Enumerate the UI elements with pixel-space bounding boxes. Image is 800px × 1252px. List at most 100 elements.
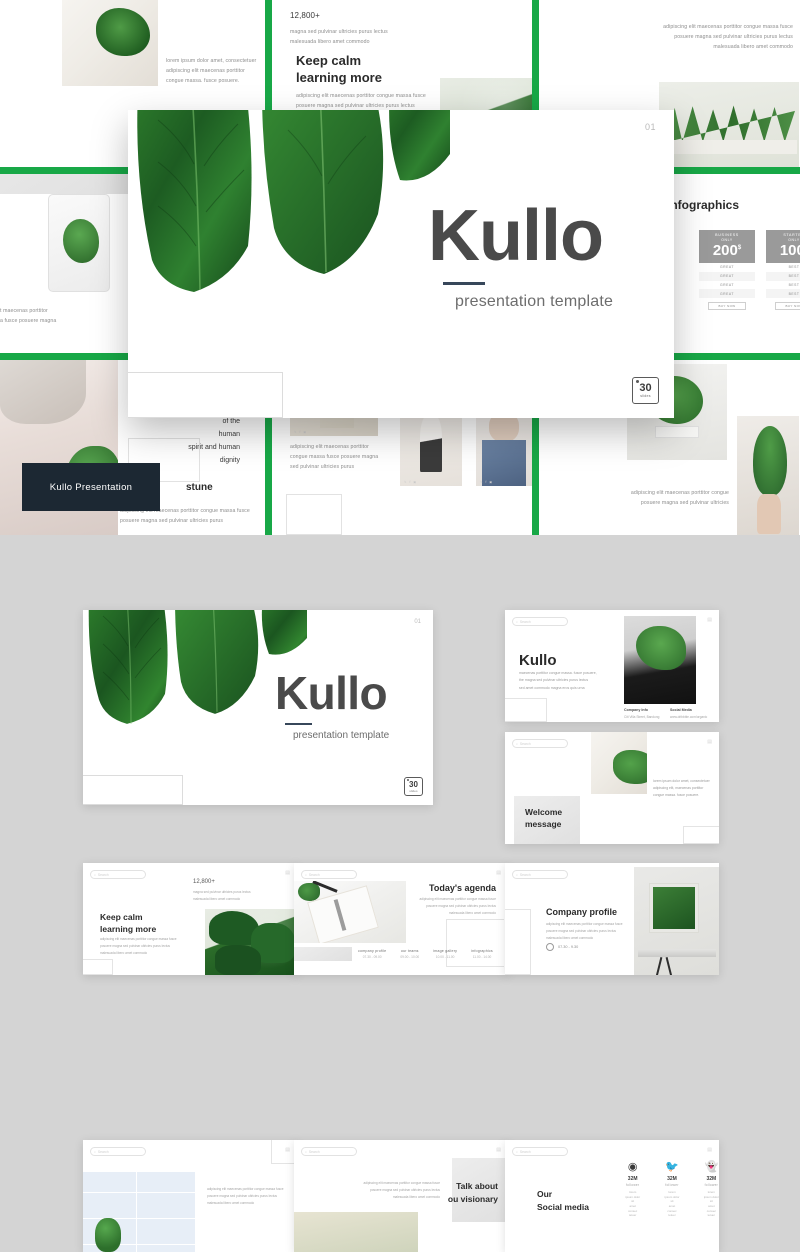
grid-title-outline-box <box>83 775 183 805</box>
badge-count: 30 <box>409 779 418 789</box>
collage-right-p2: posuere magna sed pulvinar ultricies pur… <box>674 34 793 41</box>
collage-team-p3: sed pulvinar ultricies purus <box>290 464 355 471</box>
social-account-twitter[interactable]: 🐦 32M follower lorem ipsum dolor sit ame… <box>664 1162 680 1218</box>
collage-left-p2: a fusce posuere magna <box>0 318 57 325</box>
pricing-row: BEST <box>766 271 800 281</box>
agenda-item: infographics 11.00 - 14.00 <box>471 949 493 959</box>
grid-table-p2: posuere magna sed pulvinar ultricies pur… <box>207 1194 277 1199</box>
grid-agenda-p3: malesuada libero amet commodo <box>448 911 496 916</box>
agenda-item-label: infographics <box>471 949 493 953</box>
search-input[interactable]: ⌕ Search <box>301 870 357 879</box>
search-placeholder: Search <box>308 872 320 877</box>
search-icon: ⌕ <box>305 1149 307 1154</box>
pricing-value: 100$ <box>779 242 800 259</box>
search-input[interactable]: ⌕ Search <box>512 870 568 879</box>
hero-title: Kullo <box>428 196 604 276</box>
buy-now-button[interactable]: BUY NOW <box>708 302 746 311</box>
agenda-item-time: 09.00 - 10.00 <box>400 955 420 959</box>
collage-stune: stune <box>186 482 213 493</box>
social-desc: lorem ipsum dolor sit amet consec tetuer <box>664 1190 680 1218</box>
social-label: follower <box>704 1183 719 1187</box>
search-placeholder: Search <box>519 872 531 877</box>
collage-stat-12800-p1: magna sed pulvinar ultricies purus lectu… <box>290 28 388 35</box>
grid-slide-table[interactable]: ⌕ Search ▤ adipiscing elit maecenas port… <box>83 1140 297 1252</box>
grid-intro-col2-l1: www.dribbble.com/organic <box>670 715 708 719</box>
pricing-head-business: BUSINESS ONLY 200$ <box>699 230 755 263</box>
grid-keepcalm-stat-p1: magna sed pulvinar ultricies purus lectu… <box>193 890 251 894</box>
grid-vision-title-l1: Talk about <box>456 1181 498 1191</box>
grid-intro-col1-head: Company Info <box>624 708 648 712</box>
hero-collage-section: lorem ipsum dolor amet, consectetuer adi… <box>0 0 800 535</box>
collage-keepcalm-line2: learning more <box>296 70 382 86</box>
search-input[interactable]: ⌕ Search <box>301 1147 357 1156</box>
grid-slide-title[interactable]: 01 Kullo presentation template 30 slides <box>83 610 433 805</box>
grid-intro-p1: maecenas porttitor congue massa. fusce p… <box>519 671 597 675</box>
grid-intro-col1-l1: Citi Villa Street, Bandung <box>624 715 660 719</box>
pricing-value: 200$ <box>712 242 742 259</box>
collage-team-p1: adipiscing elit maecenas porttitor <box>290 444 369 450</box>
menu-icon[interactable]: ▤ <box>707 1147 712 1153</box>
social-count: 32M <box>706 1176 717 1182</box>
grid-agenda-outline-box <box>446 919 504 967</box>
search-icon: ⌕ <box>516 741 518 746</box>
badge-dot <box>636 380 639 383</box>
grid-company-time-text: 07.30 - 9.30 <box>558 945 579 949</box>
grid-slide-company[interactable]: ⌕ Search ▤ Company profile adipiscing el… <box>505 863 719 975</box>
menu-icon[interactable]: ▤ <box>496 1147 501 1153</box>
grid-agenda-p2: posuere magna sed pulvinar ultricies pur… <box>426 904 496 909</box>
kullo-presentation-chip[interactable]: Kullo Presentation <box>22 463 160 511</box>
grid-table-p3: malesuada libero amet commodo <box>207 1201 255 1206</box>
collage-stat-12800-p2: malesuada libero amet commodo <box>290 38 370 45</box>
social-account-dribbble[interactable]: ◉ 32M follower lorem ipsum dolor sit ame… <box>625 1162 640 1218</box>
grid-vision-title-l2: ou visionary <box>447 1193 498 1204</box>
photo-tablet <box>48 194 110 292</box>
hero-subtitle: presentation template <box>455 293 614 310</box>
menu-icon[interactable]: ▤ <box>707 739 712 745</box>
grid-company-title: Company profile <box>546 907 618 917</box>
grid-keepcalm-stat: 12,800+ <box>193 879 215 885</box>
menu-icon[interactable]: ▤ <box>285 870 290 876</box>
search-input[interactable]: ⌕ Search <box>512 739 568 748</box>
search-input[interactable]: ⌕ Search <box>90 870 146 879</box>
collage-left-p1: t maecenas porttitor <box>0 308 48 314</box>
grid-intro-p3: sed amet commodo magna eros quis urna <box>519 685 585 690</box>
collage-right-p3: malesuada libero amet commodo <box>713 44 793 51</box>
menu-icon[interactable]: ▤ <box>707 617 712 623</box>
grid-slide-count-badge: 30 slides <box>404 777 423 796</box>
collage-lorem-3: congue massa. fusce posuere. <box>166 78 240 85</box>
snapchat-icon: 👻 <box>704 1161 719 1173</box>
search-icon: ⌕ <box>94 1149 96 1154</box>
grid-keepcalm-p1: adipiscing elit maecenas porttitor congu… <box>100 937 177 941</box>
search-input[interactable]: ⌕ Search <box>512 1147 568 1156</box>
grid-slide-keepcalm[interactable]: ⌕ Search ▤ 12,800+ magna sed pulvinar ul… <box>83 863 297 975</box>
grid-company-p2: posuere magna sed pulvinar ultricies pur… <box>546 929 616 934</box>
grid-title-text: Kullo <box>275 667 388 719</box>
grid-slide-welcome[interactable]: ⌕ Search ▤ lorem ipsum dolor amet, conse… <box>505 732 719 844</box>
badge-label: slides <box>640 394 651 398</box>
grid-welcome-p3: congue massa. fusce posuere. <box>653 793 700 798</box>
search-icon: ⌕ <box>94 872 96 877</box>
grid-welcome-outline-box <box>683 826 719 844</box>
collage-bottomright-p1: adipiscing elit maecenas porttitor congu… <box>630 490 729 496</box>
grid-keepcalm-stat-p2: malesuada libero amet commodo <box>193 896 241 901</box>
grid-keepcalm-title-l2: learning more <box>100 924 157 935</box>
social-account-snapchat[interactable]: 👻 32M follower lorem ipsum dolor sit ame… <box>704 1162 719 1218</box>
grid-title-underline <box>285 723 312 725</box>
grid-company-p1: adipiscing elit maecenas porttitor congu… <box>546 922 623 926</box>
menu-icon[interactable]: ▤ <box>496 870 501 876</box>
grid-slide-social[interactable]: ⌕ Search ▤ Our Social media ◉ 32M follow… <box>505 1140 719 1252</box>
social-count: 32M <box>667 1176 677 1182</box>
social-desc: lorem ipsum dolor sit amet consec tetuer <box>625 1190 641 1218</box>
slide-grid-section: 01 Kullo presentation template 30 slides… <box>0 535 800 1252</box>
search-placeholder: Search <box>97 872 109 877</box>
collage-stune-p2: posuere magna sed pulvinar ultricies pur… <box>120 518 224 525</box>
buy-now-button[interactable]: BUY NOW <box>775 302 800 311</box>
search-input[interactable]: ⌕ Search <box>512 617 568 626</box>
clock-icon <box>546 943 554 951</box>
search-input[interactable]: ⌕ Search <box>90 1147 146 1156</box>
grid-slide-agenda[interactable]: ⌕ Search ▤ Today's agenda adipiscing eli… <box>294 863 508 975</box>
search-placeholder: Search <box>308 1149 320 1154</box>
hero-title-slide[interactable]: 01 Kullo presentation template 30 slides <box>128 110 674 418</box>
grid-slide-intro[interactable]: ⌕ Search ▤ Kullo maecenas porttitor cong… <box>505 610 719 722</box>
grid-slide-vision[interactable]: ⌕ Search ▤ Talk about ou visionary adipi… <box>294 1140 508 1252</box>
